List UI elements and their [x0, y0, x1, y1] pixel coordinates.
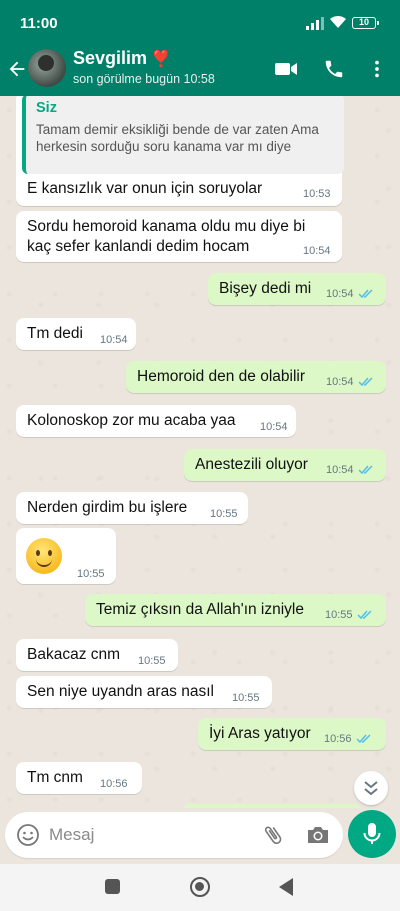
heart-icon: ❣️ — [151, 51, 171, 68]
double-chevron-down-icon — [364, 781, 378, 796]
message-text: Tm cnm — [27, 769, 83, 786]
incoming-message[interactable]: Tm cnm 10:56 — [16, 762, 142, 794]
message-time: 10:55 — [77, 568, 105, 580]
outgoing-message[interactable]: Bişey dedi mi 10:54 — [208, 273, 386, 305]
incoming-message[interactable]: Sordu hemoroid kanama oldu mu diye bi ka… — [16, 211, 342, 262]
chat-header: Sevgilim ❣️ son görülme bugün 10:58 — [0, 46, 400, 96]
outgoing-message[interactable]: Temiz çıksın da Allah'ın izniyle 10:55 — [85, 594, 386, 626]
outgoing-message[interactable]: İyi Aras yatıyor 10:56 — [198, 718, 386, 750]
outgoing-message[interactable]: Anestezili oluyor 10:54 — [184, 449, 386, 481]
wifi-icon — [330, 15, 346, 28]
voice-call-icon[interactable] — [322, 58, 346, 80]
read-receipt-icon — [358, 377, 373, 387]
outgoing-message[interactable]: Hemoroid den de olabilir 10:54 — [126, 361, 386, 393]
message-time: 10:56 — [324, 733, 352, 745]
message-text: Kolonoskop zor mu acaba yaa — [27, 412, 236, 429]
message-time: 10:55 — [138, 655, 166, 667]
read-receipt-icon — [357, 610, 372, 620]
quoted-reply[interactable]: Siz Tamam demir eksikliği bende de var z… — [22, 96, 344, 174]
incoming-message[interactable]: Tm dedi 10:54 — [16, 318, 136, 350]
contact-name-text: Sevgilim — [73, 48, 148, 68]
recent-apps-icon[interactable] — [105, 879, 120, 894]
message-time: 10:56 — [100, 778, 128, 790]
more-options-icon[interactable] — [365, 58, 389, 80]
message-text: Temiz çıksın da Allah'ın izniyle — [96, 601, 304, 618]
message-composer — [5, 812, 343, 858]
message-text: Anestezili oluyor — [195, 456, 308, 473]
message-time: 10:53 — [303, 188, 331, 200]
emoji-icon[interactable] — [16, 823, 40, 847]
incoming-message[interactable]: Sen niye uyandn aras nasıl 10:55 — [16, 676, 272, 708]
incoming-message[interactable]: Nerden girdim bu işlere 10:55 — [16, 492, 248, 524]
message-time: 10:54 — [303, 245, 331, 257]
message-time: 10:55 — [325, 609, 353, 621]
attach-icon[interactable] — [261, 823, 285, 847]
system-navigation-bar — [0, 864, 400, 911]
message-text: Bakacaz cnm — [27, 646, 121, 663]
message-time: 10:54 — [260, 421, 288, 433]
status-time: 11:00 — [20, 15, 58, 32]
contact-name[interactable]: Sevgilim ❣️ — [73, 48, 171, 69]
smiling-face-emoji-icon — [26, 538, 62, 574]
message-list[interactable]: Siz Tamam demir eksikliği bende de var z… — [0, 96, 400, 808]
message-time: 10:54 — [326, 288, 354, 300]
message-time: 10:54 — [100, 334, 128, 346]
voice-message-button[interactable] — [348, 810, 396, 858]
back-arrow-icon[interactable] — [6, 58, 28, 80]
message-text: Bişey dedi mi — [219, 280, 312, 297]
message-time: 10:55 — [210, 508, 238, 520]
message-time: 10:54 — [326, 376, 354, 388]
last-seen-status: son görülme bugün 10:58 — [73, 72, 215, 86]
contact-avatar[interactable] — [28, 49, 66, 87]
battery-icon: 10 — [352, 17, 379, 29]
read-receipt-icon — [358, 289, 373, 299]
message-text-line: kaç sefer kanlandi dedim hocam — [27, 238, 250, 255]
back-icon[interactable] — [279, 878, 293, 896]
incoming-message[interactable]: Siz Tamam demir eksikliği bende de var z… — [16, 96, 344, 206]
message-text: Tm dedi — [27, 325, 83, 342]
read-receipt-icon — [358, 465, 373, 475]
outgoing-message-partial — [182, 804, 362, 808]
scroll-to-bottom-button[interactable] — [354, 771, 388, 805]
status-bar: 11:00 10 — [0, 0, 400, 46]
video-call-icon[interactable] — [274, 58, 298, 80]
message-text: Sen niye uyandn aras nasıl — [27, 683, 214, 700]
microphone-icon — [363, 823, 381, 844]
home-icon[interactable] — [190, 877, 210, 897]
incoming-message[interactable]: Bakacaz cnm 10:55 — [16, 639, 178, 671]
message-text: İyi Aras yatıyor — [209, 725, 311, 742]
incoming-emoji-message[interactable]: 10:55 — [16, 528, 116, 584]
message-text: Nerden girdim bu işlere — [27, 499, 188, 516]
message-input[interactable] — [49, 824, 249, 846]
message-text: Hemoroid den de olabilir — [137, 368, 306, 385]
signal-icon — [306, 17, 324, 30]
message-time: 10:54 — [326, 464, 354, 476]
quoted-sender: Siz — [36, 100, 57, 116]
message-text: E kansızlık var onun için soruyolar — [27, 180, 263, 197]
camera-icon[interactable] — [305, 823, 331, 847]
message-text-line: Sordu hemoroid kanama oldu mu diye bi — [27, 218, 306, 235]
read-receipt-icon — [356, 734, 371, 744]
quoted-text: Tamam demir eksikliği bende de var zaten… — [36, 122, 319, 154]
message-time: 10:55 — [232, 692, 260, 704]
incoming-message[interactable]: Kolonoskop zor mu acaba yaa 10:54 — [16, 405, 296, 437]
